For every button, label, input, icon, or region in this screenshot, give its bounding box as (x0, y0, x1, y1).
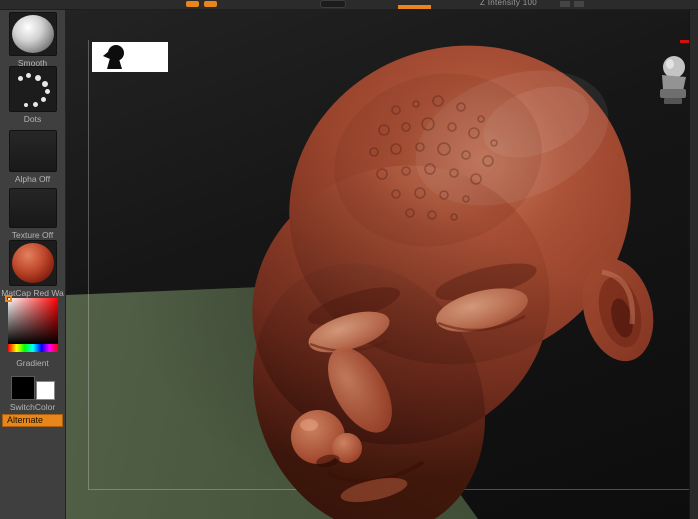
top-shelf: Z Intensity 100 (0, 0, 698, 10)
color-picker-indicator (5, 295, 12, 302)
matcap-red-wax-icon (12, 243, 54, 283)
shelf-orange-button[interactable] (204, 1, 217, 7)
stroke-selector-dots[interactable] (9, 66, 57, 112)
left-tray: Smooth Dots Alpha Off Texture Off MatCap… (0, 10, 66, 519)
document-preview[interactable] (92, 42, 168, 72)
right-tray-edge[interactable] (689, 10, 698, 519)
texture-label: Texture Off (11, 230, 54, 240)
color-picker[interactable] (5, 295, 58, 352)
z-intensity-slider[interactable]: Z Intensity 100 (480, 0, 537, 7)
switchcolor-button[interactable]: SwitchColor (0, 402, 65, 412)
secondary-color-swatch[interactable] (36, 381, 55, 400)
saturation-value-square[interactable] (5, 295, 58, 344)
brush-selector-smooth[interactable] (9, 12, 57, 56)
viewport[interactable] (66, 10, 698, 519)
hue-bar[interactable] (8, 344, 58, 352)
alpha-selector[interactable] (9, 130, 57, 172)
shelf-orange-button[interactable] (186, 1, 199, 7)
main-color-swatch[interactable] (11, 376, 35, 400)
shelf-dark-button[interactable] (320, 0, 346, 8)
gradient-button[interactable]: Gradient (0, 358, 65, 368)
smooth-brush-icon (12, 15, 54, 53)
alpha-label: Alpha Off (14, 174, 51, 184)
head-silhouette-icon (103, 45, 124, 69)
material-selector-matcap[interactable] (9, 240, 57, 286)
shelf-small-button[interactable] (560, 1, 570, 7)
zbrush-window: Z Intensity 100 Smooth Dots Alpha Off Te… (0, 0, 698, 519)
slider-fill[interactable] (398, 5, 431, 9)
sculpt-head (252, 45, 654, 519)
stroke-label: Dots (23, 114, 42, 124)
shelf-small-button[interactable] (574, 1, 584, 7)
reference-bust-icon[interactable] (650, 55, 694, 107)
texture-selector[interactable] (9, 188, 57, 228)
alternate-button[interactable]: Alternate (2, 414, 63, 427)
